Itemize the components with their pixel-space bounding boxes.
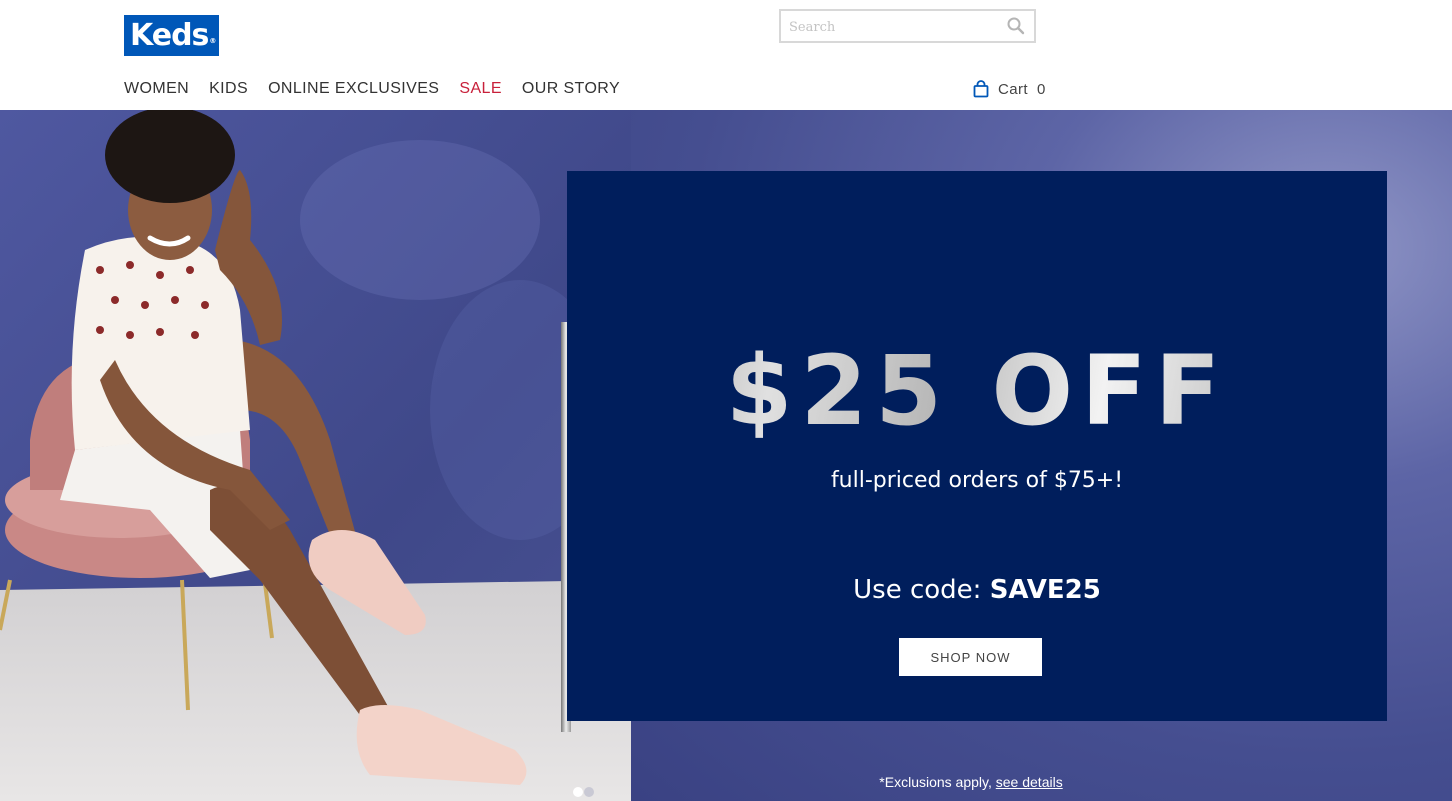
- cart-count: 0: [1036, 80, 1046, 98]
- nav-our-story[interactable]: OUR STORY: [522, 79, 620, 99]
- promo-subline: full-priced orders of $75+!: [830, 468, 1124, 493]
- search-box: [779, 9, 1036, 43]
- carousel-dot-2[interactable]: [584, 787, 594, 797]
- promo-code-line: Use code: SAVE25: [567, 575, 1387, 605]
- nav-kids[interactable]: KIDS: [209, 79, 248, 99]
- promo-code-prefix: Use code:: [853, 575, 990, 605]
- model-photo: [0, 110, 631, 801]
- cart-label: Cart: [998, 80, 1028, 98]
- keds-logo[interactable]: Keds®: [124, 15, 219, 56]
- exclusions-text: *Exclusions apply,: [879, 774, 996, 790]
- search-icon[interactable]: [1006, 16, 1026, 36]
- promo-headline: $25 OFF: [567, 341, 1387, 441]
- see-details-link[interactable]: see details: [996, 774, 1063, 790]
- nav-sale[interactable]: SALE: [459, 79, 502, 99]
- promo-panel: $25 OFF full-priced orders of $75+! Use …: [567, 171, 1387, 721]
- site-header: Keds® WOMEN KIDS ONLINE EXCLUSIVES SALE …: [0, 0, 1452, 110]
- shopping-bag-icon: [973, 80, 989, 98]
- cart-link[interactable]: Cart 0: [973, 79, 1046, 99]
- nav-online-exclusives[interactable]: ONLINE EXCLUSIVES: [268, 79, 439, 99]
- main-nav: WOMEN KIDS ONLINE EXCLUSIVES SALE OUR ST…: [124, 79, 640, 99]
- carousel-dot-1[interactable]: [573, 787, 583, 797]
- shop-now-button[interactable]: SHOP NOW: [899, 638, 1042, 676]
- carousel-dots: [573, 787, 594, 797]
- search-input[interactable]: [789, 17, 999, 37]
- hero-banner: $25 OFF full-priced orders of $75+! Use …: [0, 110, 1452, 801]
- promo-code: SAVE25: [989, 575, 1101, 605]
- exclusions-note: *Exclusions apply, see details: [631, 774, 1311, 790]
- nav-women[interactable]: WOMEN: [124, 79, 189, 99]
